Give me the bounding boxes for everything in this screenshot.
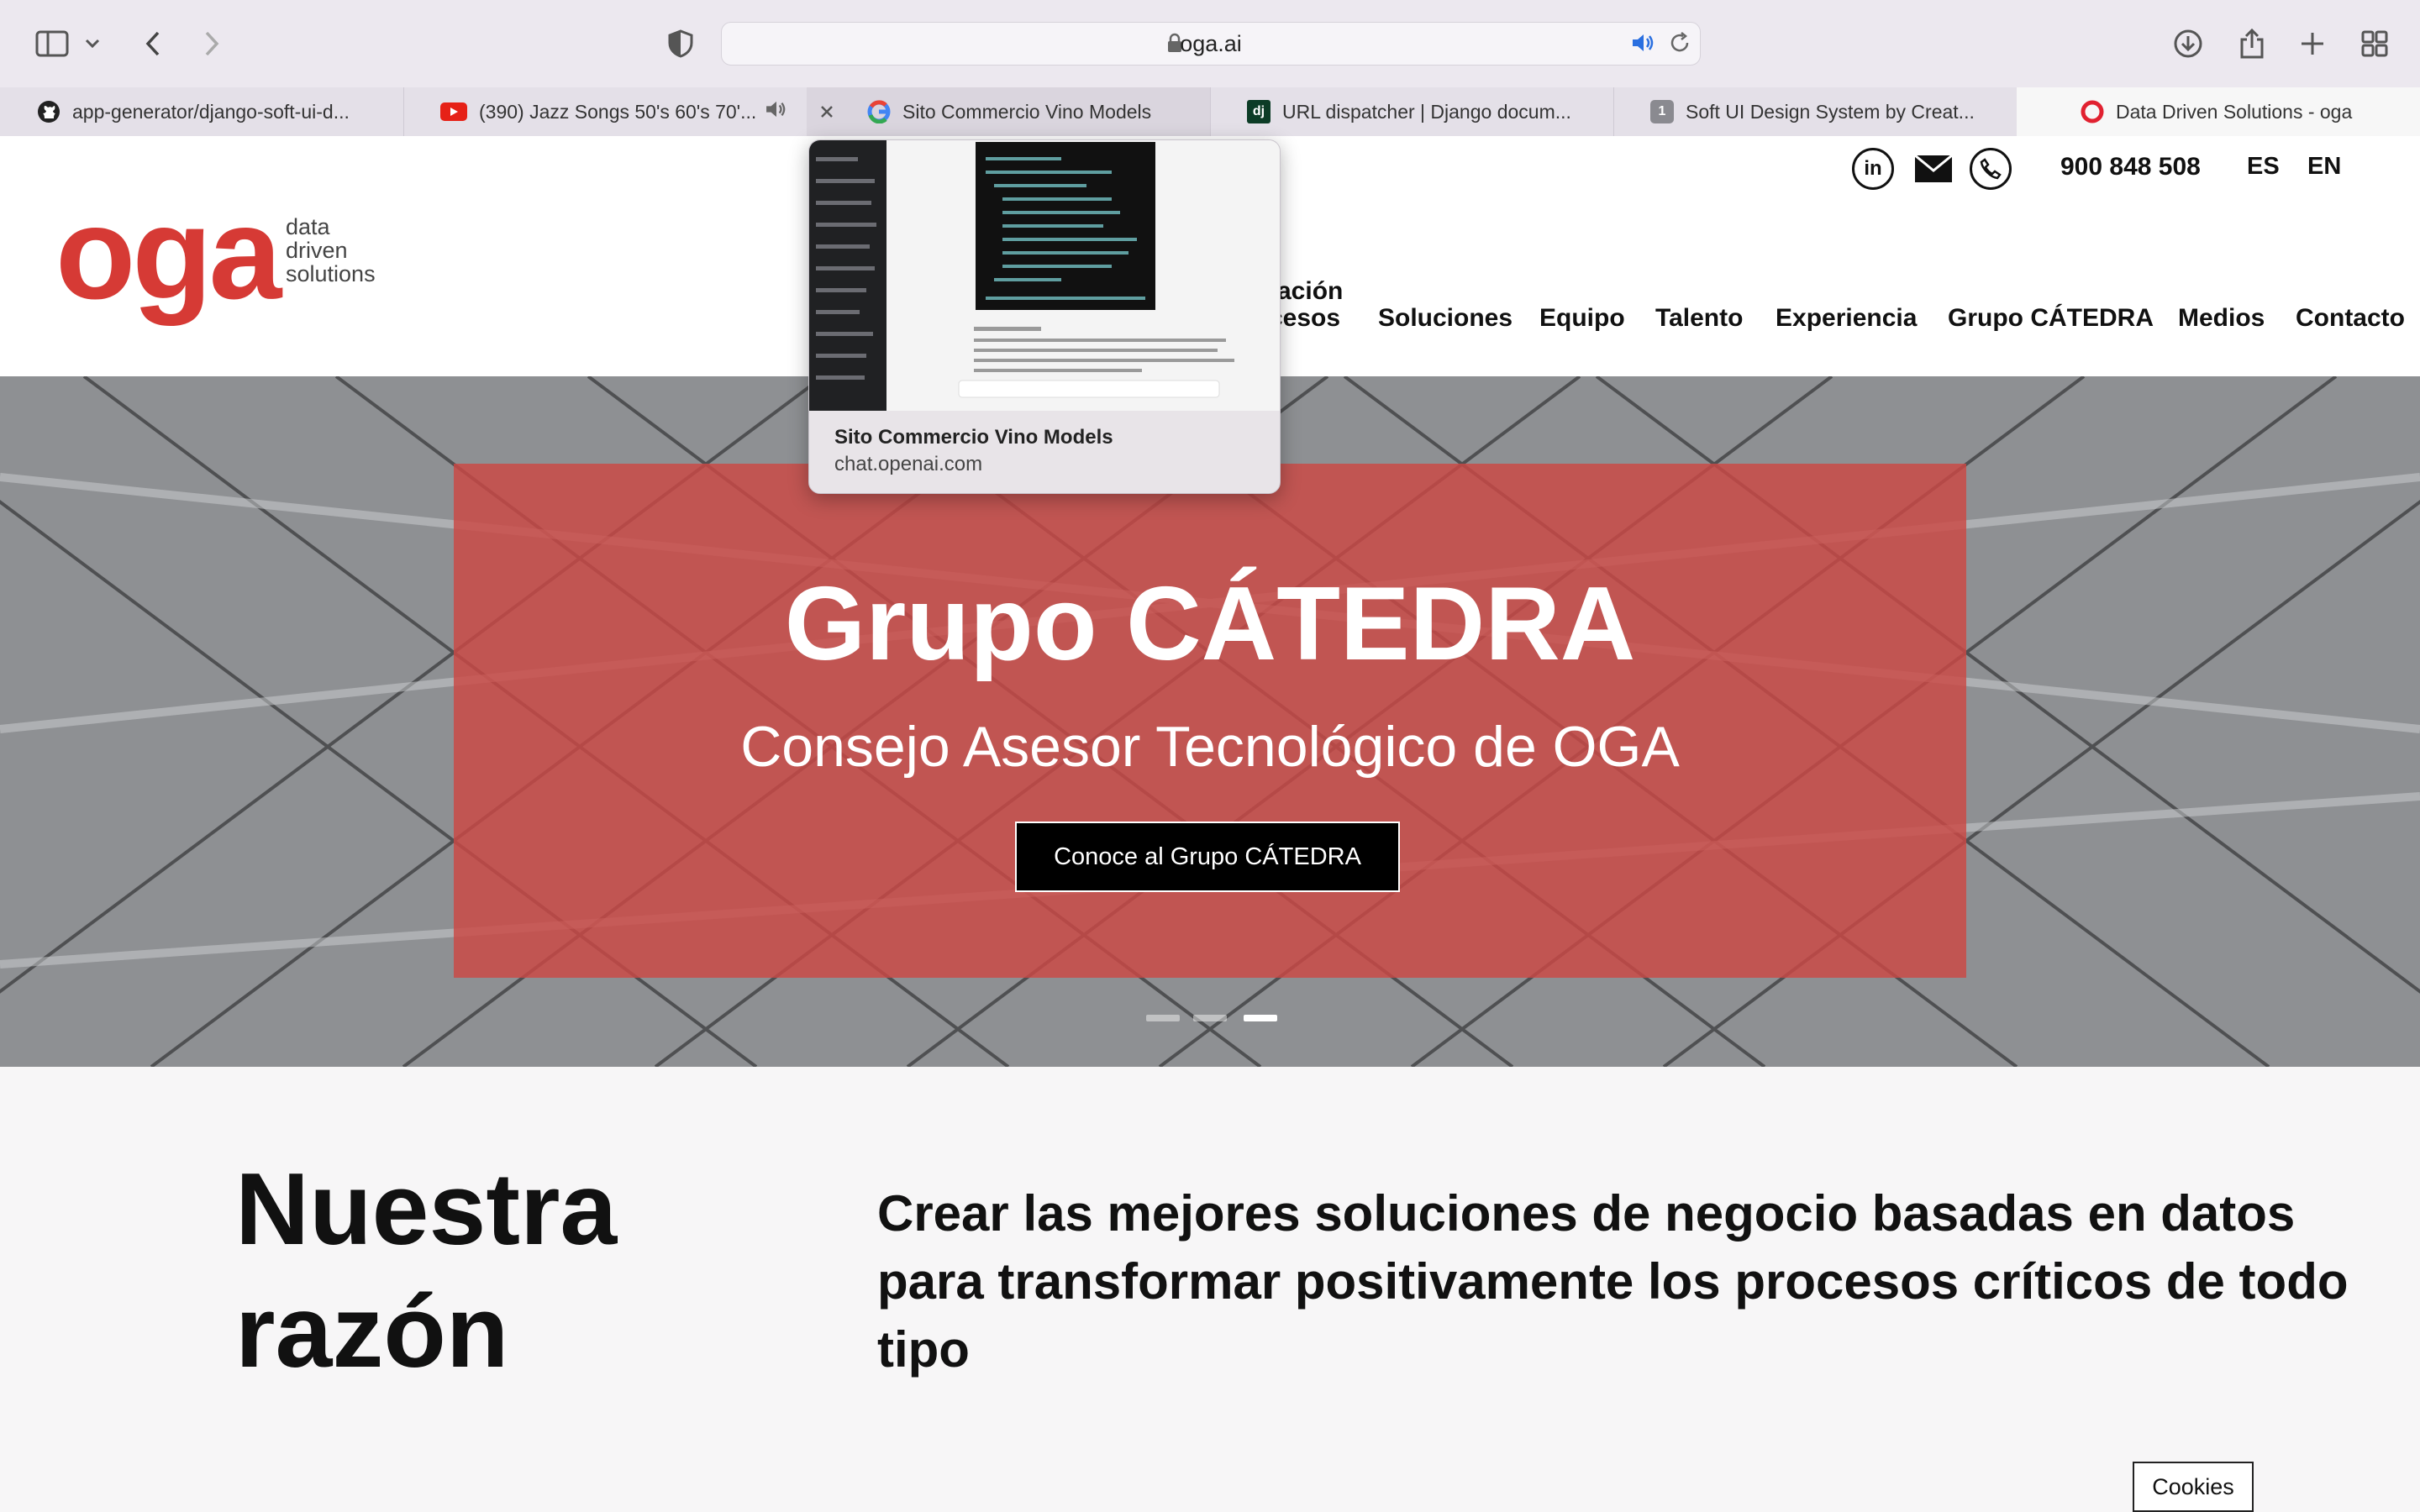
tab-oga[interactable]: Data Driven Solutions - oga [2017,87,2420,136]
nav-item-grupo-catedra[interactable]: Grupo CÁTEDRA [1948,304,2154,333]
carousel-dot-active[interactable] [1244,1015,1277,1021]
url-text: oga.ai [1180,31,1242,56]
tab-label: (390) Jazz Songs 50's 60's 70'... [479,100,757,123]
browser-toolbar: oga.ai [0,0,2420,88]
tab-overview-icon[interactable] [2354,24,2395,64]
carousel-dot[interactable] [1146,1015,1180,1021]
google-icon [867,100,891,123]
preview-thumbnail [809,140,1280,411]
tab-soft-ui[interactable]: 1 Soft UI Design System by Creat... [1613,87,2018,136]
tab-preview-popover: Sito Commercio Vino Models chat.openai.c… [808,139,1281,494]
tagline-line: driven [286,238,348,263]
share-icon[interactable] [2232,24,2272,64]
preview-title: Sito Commercio Vino Models [834,426,1113,449]
django-icon: dj [1247,100,1270,123]
phone-number[interactable]: 900 848 508 [2060,153,2201,181]
tagline-line: solutions [286,261,376,286]
tab-label: URL dispatcher | Django docum... [1282,100,1571,123]
hero-cta-button[interactable]: Conoce al Grupo CÁTEDRA [1015,822,1400,892]
preview-url: chat.openai.com [834,453,983,475]
tagline-line: data [286,214,330,239]
sidebar-toggle-icon[interactable] [32,24,72,64]
close-icon[interactable] [818,102,835,125]
nav-item-experiencia[interactable]: Experiencia [1776,304,1917,333]
hero-subtitle: Consejo Asesor Tecnológico de OGA [740,715,1680,779]
opera-icon [2081,100,2104,123]
address-bar[interactable]: oga.ai [721,22,1701,66]
forward-icon[interactable] [192,24,232,64]
lang-en-link[interactable]: EN [2307,153,2341,181]
mail-icon[interactable] [1914,154,1953,187]
number-one-icon: 1 [1650,100,1674,123]
tab-bar: app-generator/django-soft-ui-d... (390) … [0,87,2420,137]
hero-title: Grupo CÁTEDRA [784,566,1636,682]
hero-panel: Grupo CÁTEDRA Consejo Asesor Tecnológico… [454,464,1966,978]
chevron-down-icon[interactable] [81,24,104,64]
lang-es-link[interactable]: ES [2247,153,2280,181]
nav-item-talento[interactable]: Talento [1655,304,1743,333]
reload-icon[interactable] [1668,31,1691,59]
tab-youtube[interactable]: (390) Jazz Songs 50's 60's 70'... [403,87,808,136]
carousel-dot[interactable] [1193,1015,1227,1021]
nav-item-equipo[interactable]: Equipo [1539,304,1625,333]
tab-label: Soft UI Design System by Creat... [1686,100,1975,123]
nav-item-soluciones[interactable]: Soluciones [1378,304,1512,333]
downloads-icon[interactable] [2168,24,2208,64]
back-icon[interactable] [133,24,173,64]
tab-label: Sito Commercio Vino Models [902,100,1152,123]
brand-logo[interactable]: oga [55,188,281,319]
tab-github[interactable]: app-generator/django-soft-ui-d... [0,87,404,136]
tab-label: app-generator/django-soft-ui-d... [72,100,350,123]
tab-audio-icon[interactable] [765,100,788,123]
nav-item-medios[interactable]: Medios [2178,304,2265,333]
new-tab-icon[interactable] [2292,24,2333,64]
nav-item-contacto[interactable]: Contacto [2296,304,2405,333]
tab-label: Data Driven Solutions - oga [2116,100,2353,123]
reason-title: Nuestra razón [235,1152,618,1389]
privacy-shield-icon[interactable] [660,24,701,64]
github-icon [37,100,60,123]
phone-icon[interactable] [1970,148,2012,190]
reason-text: Crear las mejores soluciones de negocio … [877,1185,2349,1378]
youtube-icon [440,102,467,121]
brand-tagline: data driven solutions [286,215,376,286]
audio-playing-icon[interactable] [1631,33,1656,57]
tab-sito-commercio[interactable]: Sito Commercio Vino Models [807,87,1211,136]
tab-django[interactable]: dj URL dispatcher | Django docum... [1210,87,1614,136]
cookies-button[interactable]: Cookies [2133,1462,2254,1512]
linkedin-icon[interactable]: in [1852,148,1894,190]
